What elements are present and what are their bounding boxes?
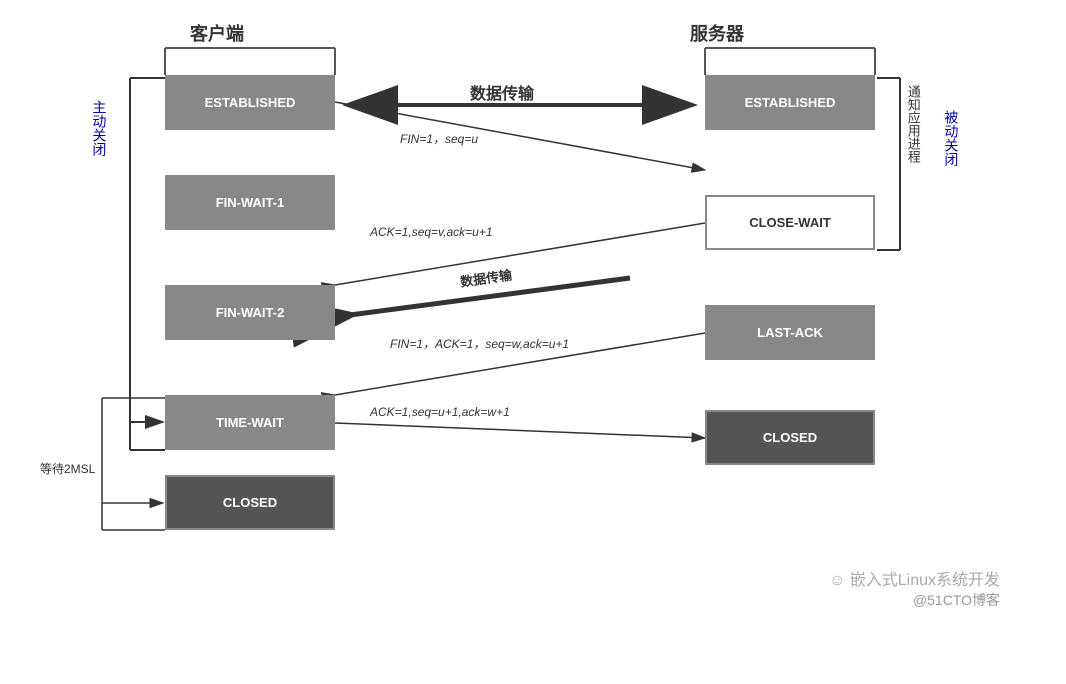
wait-2msl-label: 等待2MSL [40,460,95,477]
notify-label: 通知应用进程 [902,85,923,163]
watermark-line2: @51CTO博客 [829,590,1000,610]
data-transfer-label: 数据传输 [470,80,534,104]
watermark-logo: ☺ 嵌入式Linux系统开发 [829,566,1000,590]
watermark: ☺ 嵌入式Linux系统开发 @51CTO博客 [829,566,1000,610]
arrow4-label: ACK=1,seq=u+1,ack=w+1 [370,405,510,419]
server-established-box: ESTABLISHED [705,75,875,130]
client-established-box: ESTABLISHED [165,75,335,130]
arrow1-label: FIN=1，seq=u [400,130,478,147]
arrow3-label: FIN=1，ACK=1，seq=w,ack=u+1 [390,335,569,352]
server-closewait-box: CLOSE-WAIT [705,195,875,250]
server-lastack-box: LAST-ACK [705,305,875,360]
client-closed-box: CLOSED [165,475,335,530]
server-header: 服务器 [690,20,744,46]
active-close-label: 主动关闭 [88,100,110,156]
client-header: 客户端 [190,20,244,46]
arrow2-label: ACK=1,seq=v,ack=u+1 [370,225,493,239]
server-closed-box: CLOSED [705,410,875,465]
client-finwait2-box: FIN-WAIT-2 [165,285,335,340]
client-finwait1-box: FIN-WAIT-1 [165,175,335,230]
passive-close-label: 被动关闭 [940,110,962,166]
client-timewait-box: TIME-WAIT [165,395,335,450]
data-transfer-middle-label: 数据传输 [459,264,513,290]
